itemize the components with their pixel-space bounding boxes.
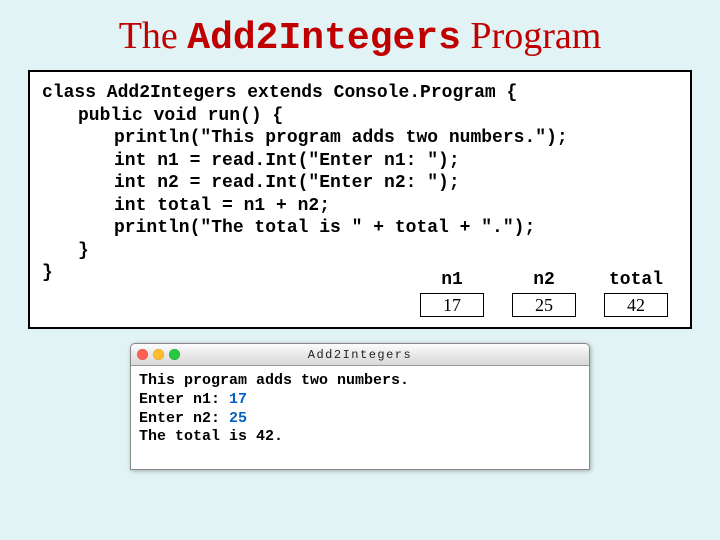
code-line-1: class Add2Integers extends Console.Progr… [42,82,678,105]
code-line-2: public void run() { [42,105,678,128]
code-line-8: } [42,240,678,263]
code-line-3: println("This program adds two numbers."… [42,127,678,150]
console-title: Add2Integers [131,348,589,362]
console-p2-label: Enter n2: [139,410,229,427]
variable-row: n1 17 n2 25 total 42 [42,267,678,320]
console-p1-label: Enter n1: [139,391,229,408]
title-post: Program [461,15,601,57]
slide-title: The Add2Integers Program [0,0,720,70]
console-p1-value: 17 [229,391,247,408]
var-n2-value: 25 [512,293,576,317]
var-n1: n1 17 [420,269,484,318]
console-p2-value: 25 [229,410,247,427]
console-line-p2: Enter n2: 25 [139,410,581,429]
console-line-result: The total is 42. [139,428,581,447]
title-pre: The [119,15,188,57]
var-n2-label: n2 [533,269,555,292]
code-line-6: int total = n1 + n2; [42,195,678,218]
var-total-value: 42 [604,293,668,317]
console-line-p1: Enter n1: 17 [139,391,581,410]
var-n2: n2 25 [512,269,576,318]
var-n1-value: 17 [420,293,484,317]
console-window: Add2Integers This program adds two numbe… [130,343,590,470]
code-line-5: int n2 = read.Int("Enter n2: "); [42,172,678,195]
code-line-4: int n1 = read.Int("Enter n1: "); [42,150,678,173]
code-line-7: println("The total is " + total + "."); [42,217,678,240]
var-total: total 42 [604,269,668,318]
console-titlebar: Add2Integers [131,344,589,366]
var-n1-label: n1 [441,269,463,292]
code-panel: class Add2Integers extends Console.Progr… [28,70,692,329]
console-line-banner: This program adds two numbers. [139,372,581,391]
console-body: This program adds two numbers. Enter n1:… [131,366,589,469]
var-total-label: total [609,269,663,292]
title-code: Add2Integers [187,17,461,60]
